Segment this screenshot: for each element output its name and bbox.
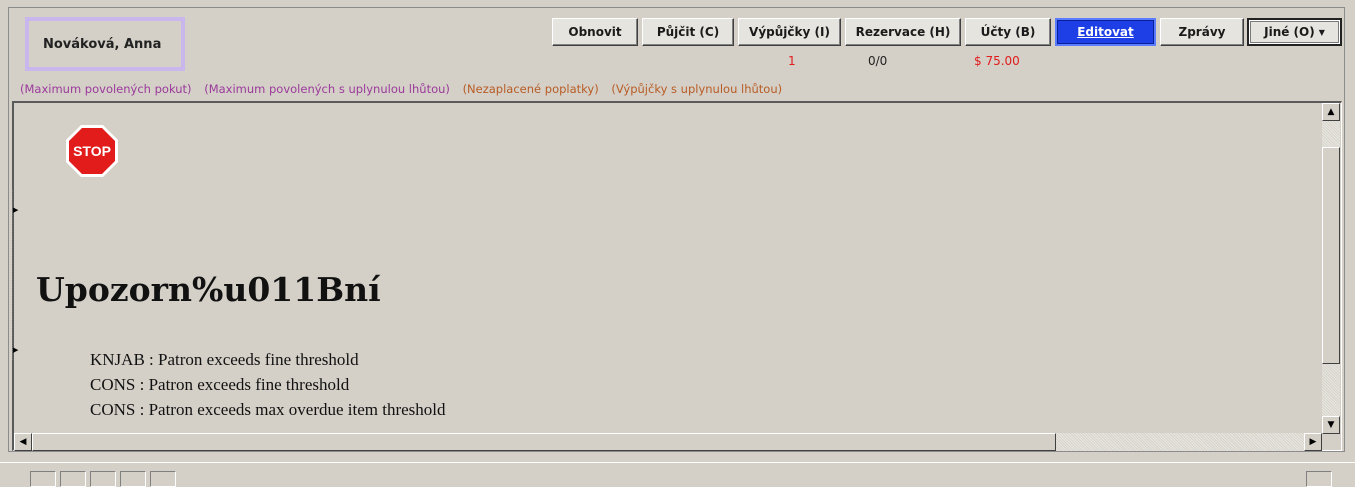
legend-overdue-items: (Výpůjčky s uplynulou lhůtou)	[611, 82, 783, 96]
alert-message: CONS : Patron exceeds max overdue item t…	[90, 400, 446, 419]
legend-bar: (Maximum povolených pokut) (Maximum povo…	[20, 82, 791, 98]
splitter-arrow-icon: ▶	[13, 346, 19, 354]
pane-splitter[interactable]	[12, 190, 18, 360]
items-out-button-label: Výpůjčky (I)	[749, 25, 830, 39]
legend-unpaid-fees: (Nezaplacené poplatky)	[462, 82, 599, 96]
status-cell	[1306, 471, 1332, 487]
messages-button[interactable]: Zprávy	[1160, 18, 1244, 46]
refresh-button[interactable]: Obnovit	[552, 18, 638, 46]
stop-sign-label: STOP	[73, 143, 111, 159]
alert-message: KNJAB : Patron exceeds fine threshold	[90, 350, 359, 369]
messages-button-label: Zprávy	[1178, 25, 1226, 39]
legend-max-fines: (Maximum povolených pokut)	[20, 82, 192, 96]
bills-button-label: Účty (B)	[980, 25, 1036, 39]
scroll-up-button[interactable]: ▲	[1322, 103, 1340, 121]
status-cell	[30, 471, 56, 487]
checkout-button-label: Půjčit (C)	[656, 25, 720, 39]
bills-button[interactable]: Účty (B)	[965, 18, 1051, 46]
checkout-button[interactable]: Půjčit (C)	[642, 18, 734, 46]
alert-heading: Upozorn%u011Bní	[36, 270, 381, 309]
dropdown-arrow-icon: ▼	[1318, 27, 1325, 37]
splitter-arrow-icon: ▶	[13, 206, 19, 214]
horizontal-scrollbar[interactable]: ◀ ▶	[14, 433, 1322, 451]
stop-sign-icon: STOP	[66, 125, 118, 177]
scroll-down-button[interactable]: ▼	[1322, 416, 1340, 434]
status-cell	[120, 471, 146, 487]
other-menu-button[interactable]: Jiné (O) ▼	[1247, 18, 1342, 46]
holds-button[interactable]: Rezervace (H)	[845, 18, 961, 46]
status-cell	[60, 471, 86, 487]
scroll-right-button[interactable]: ▶	[1304, 433, 1322, 451]
alert-message: CONS : Patron exceeds fine threshold	[90, 375, 350, 394]
status-cell	[150, 471, 176, 487]
horizontal-scroll-thumb[interactable]	[32, 433, 1056, 451]
edit-button[interactable]: Editovat	[1055, 18, 1156, 46]
holds-count: 0/0	[868, 54, 888, 68]
status-bar	[0, 462, 1355, 487]
items-out-button[interactable]: Výpůjčky (I)	[738, 18, 841, 46]
patron-name-box: Nováková, Anna	[25, 17, 185, 71]
loans-count: 1	[788, 54, 796, 68]
edit-button-label: Editovat	[1077, 25, 1134, 39]
scroll-left-button[interactable]: ◀	[14, 433, 32, 451]
status-cell	[90, 471, 116, 487]
holds-button-label: Rezervace (H)	[855, 25, 951, 39]
bills-amount: $ 75.00	[974, 54, 1020, 68]
legend-max-overdue: (Maximum povolených s uplynulou lhůtou)	[204, 82, 450, 96]
vertical-scroll-thumb[interactable]	[1322, 147, 1340, 364]
refresh-button-label: Obnovit	[568, 25, 622, 39]
other-menu-button-label: Jiné (O)	[1264, 25, 1315, 39]
vertical-scrollbar[interactable]: ▲ ▼	[1322, 103, 1340, 434]
patron-name: Nováková, Anna	[43, 36, 162, 52]
